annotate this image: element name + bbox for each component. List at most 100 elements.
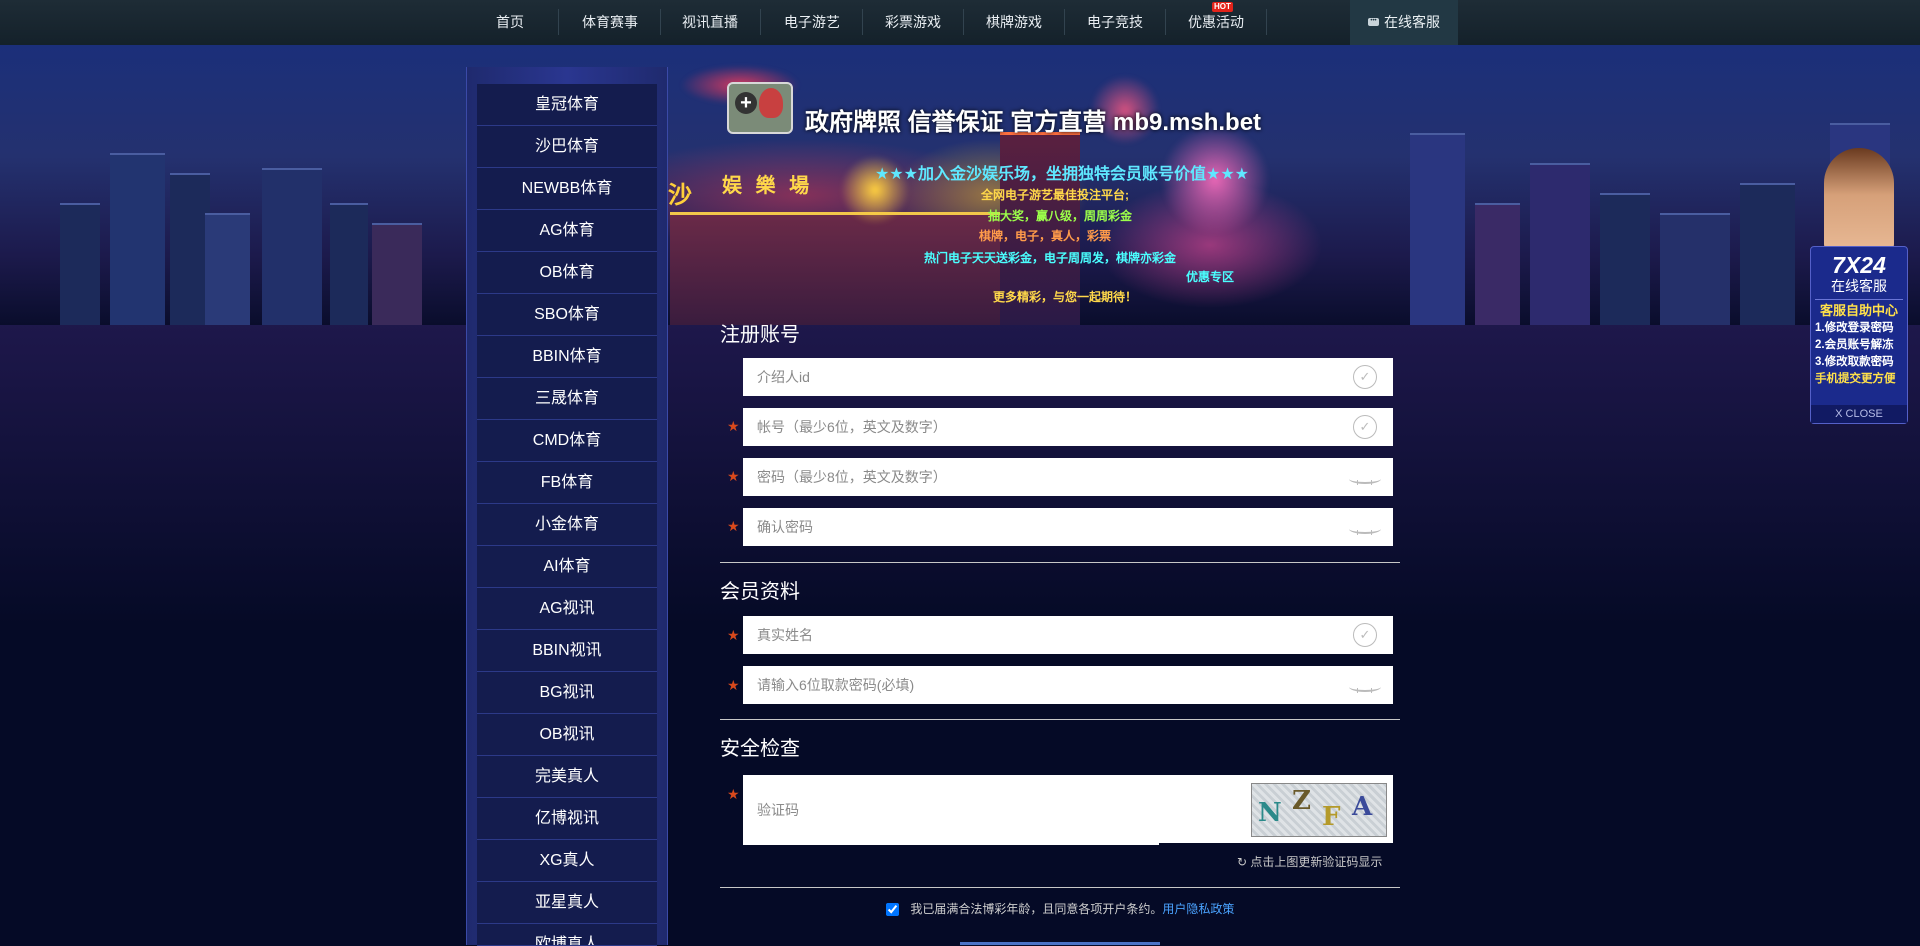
nav-divider <box>558 9 559 35</box>
floating-customer-service[interactable]: 7X24 在线客服 客服自助中心 1.修改登录密码 2.会员账号解冻 3.修改取… <box>1810 148 1908 426</box>
self-service-item[interactable]: 2.会员账号解冻 <box>1811 337 1907 354</box>
sidebar-item[interactable]: BBIN体育 <box>477 336 657 378</box>
sidebar-item[interactable]: BG视讯 <box>477 672 657 714</box>
captcha-field[interactable]: N Z F A <box>743 775 1393 845</box>
password-field[interactable] <box>743 458 1393 496</box>
sidebar-item[interactable]: 欧博真人 <box>477 924 657 946</box>
eye-closed-icon[interactable] <box>1349 524 1381 535</box>
plus-icon: + <box>735 92 757 114</box>
withdraw-password-input[interactable] <box>743 666 1317 704</box>
banner-line: 棋牌，电子，真人，彩票 <box>978 229 1111 243</box>
service-panel[interactable]: 7X24 在线客服 客服自助中心 1.修改登录密码 2.会员账号解冻 3.修改取… <box>1810 246 1908 424</box>
building <box>205 213 250 325</box>
self-service-item[interactable]: 手机提交更方便 <box>1811 371 1907 388</box>
banner-line: ★★★加入金沙娱乐场，坐拥独特会员账号价值★★★ <box>874 166 1250 183</box>
sidebar-item[interactable]: 亿博视讯 <box>477 798 657 840</box>
nav-sports[interactable]: 体育赛事 <box>570 0 650 45</box>
refresh-icon: ↻ <box>1237 855 1248 869</box>
required-star: ★ <box>727 677 740 693</box>
eye-closed-icon[interactable] <box>1349 682 1381 693</box>
nav-live-video[interactable]: 视讯直播 <box>670 0 750 45</box>
refresh-captcha-link[interactable]: ↻ 点击上图更新验证码显示 <box>1237 853 1382 870</box>
realname-input[interactable] <box>743 616 1317 654</box>
sidebar-item[interactable]: 皇冠体育 <box>477 84 657 126</box>
casino-sign-char: 沙 <box>668 182 692 209</box>
building <box>1660 213 1730 325</box>
check-icon: ✓ <box>1353 415 1377 439</box>
nav-esports[interactable]: 电子竞技 <box>1075 0 1155 45</box>
captcha-char: F <box>1322 802 1341 832</box>
banner-line: 热门电子天天送彩金，电子周周发，棋牌亦彩金 <box>923 251 1176 265</box>
nav-divider <box>660 9 661 35</box>
service-label: 在线客服 <box>1831 278 1887 294</box>
captcha-image[interactable]: N Z F A <box>1251 783 1387 837</box>
building <box>110 153 165 325</box>
sidebar-item[interactable]: AI体育 <box>477 546 657 588</box>
confirm-password-input[interactable] <box>743 508 1317 546</box>
building <box>1475 203 1520 325</box>
confirm-password-field[interactable] <box>743 508 1393 546</box>
self-service-title: 客服自助中心 <box>1819 303 1898 318</box>
online-service-button[interactable]: ••• 在线客服 <box>1350 0 1458 45</box>
banner-line: 优惠专区 <box>1185 270 1234 284</box>
agreement: 我已届满合法博彩年龄，且同意各项开户条约。用户隐私政策 <box>886 900 1234 917</box>
realname-field[interactable]: ✓ <box>743 616 1393 654</box>
banner-line: 更多精彩，与您一起期待！ <box>992 290 1137 304</box>
section-divider <box>720 887 1400 888</box>
sidebar-item[interactable]: AG体育 <box>477 210 657 252</box>
referrer-field[interactable]: ✓ <box>743 358 1393 396</box>
sidebar-item[interactable]: BBIN视讯 <box>477 630 657 672</box>
refresh-captcha-label: 点击上图更新验证码显示 <box>1250 855 1383 869</box>
account-field[interactable]: ✓ <box>743 408 1393 446</box>
eye-closed-icon[interactable] <box>1349 474 1381 485</box>
sidebar-item[interactable]: FB体育 <box>477 462 657 504</box>
sidebar-item[interactable]: 沙巴体育 <box>477 126 657 168</box>
license-logo: + <box>727 82 793 134</box>
referrer-input[interactable] <box>743 358 1317 396</box>
password-input[interactable] <box>743 458 1317 496</box>
banner-title: 政府牌照 信誉保证 官方直营 mb9.msh.bet <box>805 109 1262 136</box>
hot-badge: HOT <box>1212 2 1233 12</box>
sidebar-item[interactable]: XG真人 <box>477 840 657 882</box>
sidebar-item[interactable]: SBO体育 <box>477 294 657 336</box>
withdraw-password-field[interactable] <box>743 666 1393 704</box>
self-service-item[interactable]: 1.修改登录密码 <box>1811 320 1907 337</box>
building <box>170 173 210 325</box>
sidebar-item[interactable]: CMD体育 <box>477 420 657 462</box>
agree-checkbox[interactable] <box>886 903 899 917</box>
required-star: ★ <box>727 418 740 434</box>
sidebar-item[interactable]: 小金体育 <box>477 504 657 546</box>
building <box>262 168 322 325</box>
security-section-title: 安全检查 <box>720 738 800 760</box>
required-star: ★ <box>727 627 740 643</box>
building <box>1600 193 1650 325</box>
sidebar-item[interactable]: OB视讯 <box>477 714 657 756</box>
captcha-input[interactable] <box>743 775 1159 845</box>
nav-chess[interactable]: 棋牌游戏 <box>974 0 1054 45</box>
privacy-policy-link[interactable]: 用户隐私政策 <box>1162 902 1234 916</box>
building <box>330 203 368 325</box>
building <box>1530 163 1590 325</box>
captcha-char: N <box>1258 798 1282 828</box>
sidebar-item[interactable]: OB体育 <box>477 252 657 294</box>
required-star: ★ <box>727 786 740 802</box>
sidebar-item[interactable]: 完美真人 <box>477 756 657 798</box>
captcha-char: Z <box>1292 786 1311 816</box>
casino-sign: 娱 樂 場 <box>722 175 814 197</box>
sidebar-item[interactable]: 亚星真人 <box>477 882 657 924</box>
close-button[interactable]: X CLOSE <box>1811 405 1907 423</box>
nav-slots[interactable]: 电子游艺 <box>772 0 852 45</box>
self-service-item[interactable]: 3.修改取款密码 <box>1811 354 1907 371</box>
nav-divider <box>1064 9 1065 35</box>
sidebar-item[interactable]: AG视讯 <box>477 588 657 630</box>
sidebar-item[interactable]: 三晟体育 <box>477 378 657 420</box>
sidebar-item[interactable]: NEWBB体育 <box>477 168 657 210</box>
nav-home[interactable]: 首页 <box>480 0 540 45</box>
nav-divider <box>862 9 863 35</box>
check-icon: ✓ <box>1353 623 1377 647</box>
account-input[interactable] <box>743 408 1317 446</box>
nav-lottery[interactable]: 彩票游戏 <box>873 0 953 45</box>
service-agent-image <box>1824 148 1894 252</box>
building <box>60 203 100 325</box>
banner-line: 抽大奖，赢八级，周周彩金 <box>987 209 1132 223</box>
